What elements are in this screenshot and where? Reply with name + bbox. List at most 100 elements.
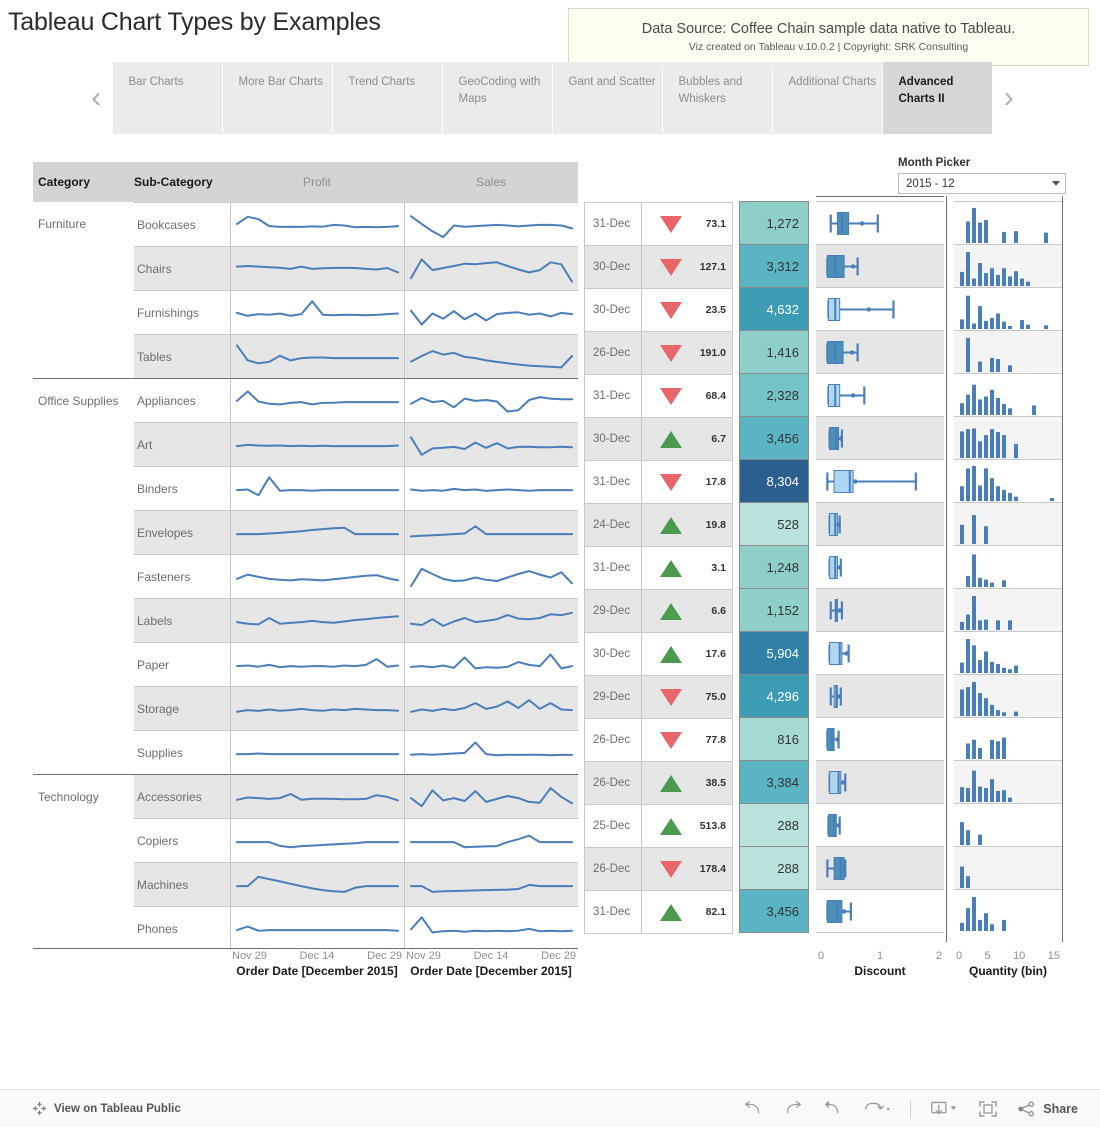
profit-sparkline[interactable] (230, 202, 404, 246)
histogram-cell[interactable] (954, 545, 1062, 589)
histogram-cell[interactable] (954, 674, 1062, 718)
box-plot-cell[interactable] (816, 889, 944, 933)
sales-sparkline[interactable] (404, 466, 578, 510)
kpi-row[interactable]: 31-Dec 68.4 (584, 374, 733, 418)
profit-sparkline[interactable] (230, 466, 404, 510)
profit-sparkline[interactable] (230, 598, 404, 642)
sales-sparkline[interactable] (404, 818, 578, 862)
table-row[interactable]: Copiers (33, 818, 578, 862)
sales-heat-cell[interactable]: 1,272 (739, 201, 809, 245)
histogram-cell[interactable] (954, 244, 1062, 288)
profit-sparkline[interactable] (230, 642, 404, 686)
profit-sparkline[interactable] (230, 334, 404, 378)
sales-sparkline[interactable] (404, 290, 578, 334)
box-plot-cell[interactable] (816, 674, 944, 718)
sales-sparkline[interactable] (404, 686, 578, 730)
table-row[interactable]: Art (33, 422, 578, 466)
table-row[interactable]: Tables (33, 334, 578, 378)
sales-heat-cell[interactable]: 4,632 (739, 287, 809, 331)
kpi-row[interactable]: 29-Dec 6.6 (584, 589, 733, 633)
histogram-cell[interactable] (954, 803, 1062, 847)
histogram-cell[interactable] (954, 846, 1062, 890)
sales-heat-cell[interactable]: 5,904 (739, 631, 809, 675)
box-plot-cell[interactable] (816, 459, 944, 503)
box-plot-cell[interactable] (816, 502, 944, 546)
box-plot-cell[interactable] (816, 416, 944, 460)
sales-sparkline[interactable] (404, 906, 578, 950)
refresh-icon[interactable] (862, 1100, 892, 1118)
profit-sparkline[interactable] (230, 730, 404, 774)
table-row[interactable]: Envelopes (33, 510, 578, 554)
profit-sparkline[interactable] (230, 906, 404, 950)
table-row[interactable]: Technology Accessories (33, 774, 578, 818)
kpi-row[interactable]: 30-Dec 23.5 (584, 288, 733, 332)
table-row[interactable]: Storage (33, 686, 578, 730)
sales-heat-cell[interactable]: 816 (739, 717, 809, 761)
profit-sparkline[interactable] (230, 378, 404, 422)
kpi-row[interactable]: 30-Dec 127.1 (584, 245, 733, 289)
table-row[interactable]: Furniture Bookcases (33, 202, 578, 246)
table-row[interactable]: Supplies (33, 730, 578, 774)
sales-sparkline[interactable] (404, 202, 578, 246)
profit-sparkline[interactable] (230, 422, 404, 466)
sales-heat-cell[interactable]: 528 (739, 502, 809, 546)
sales-sparkline[interactable] (404, 598, 578, 642)
box-plot-cell[interactable] (816, 201, 944, 245)
box-plot-cell[interactable] (816, 244, 944, 288)
histogram-cell[interactable] (954, 889, 1062, 933)
box-plot-cell[interactable] (816, 717, 944, 761)
profit-sparkline[interactable] (230, 554, 404, 598)
sales-heat-cell[interactable]: 8,304 (739, 459, 809, 503)
histogram-cell[interactable] (954, 459, 1062, 503)
box-plot-cell[interactable] (816, 631, 944, 675)
sales-sparkline[interactable] (404, 774, 578, 818)
sales-heat-cell[interactable]: 288 (739, 846, 809, 890)
sales-sparkline[interactable] (404, 642, 578, 686)
download-icon[interactable] (929, 1100, 959, 1118)
sales-heat-cell[interactable]: 2,328 (739, 373, 809, 417)
sales-sparkline[interactable] (404, 730, 578, 774)
box-plot-cell[interactable] (816, 373, 944, 417)
histogram-cell[interactable] (954, 717, 1062, 761)
sales-sparkline[interactable] (404, 510, 578, 554)
histogram-cell[interactable] (954, 760, 1062, 804)
sales-heat-cell[interactable]: 3,456 (739, 889, 809, 933)
undo-icon[interactable] (742, 1100, 764, 1118)
sales-heat-cell[interactable]: 3,456 (739, 416, 809, 460)
kpi-row[interactable]: 26-Dec 191.0 (584, 331, 733, 375)
redo-icon[interactable] (782, 1100, 804, 1118)
kpi-row[interactable]: 25-Dec 513.8 (584, 804, 733, 848)
sales-heat-cell[interactable]: 1,152 (739, 588, 809, 632)
table-row[interactable]: Paper (33, 642, 578, 686)
histogram-cell[interactable] (954, 631, 1062, 675)
sales-heat-cell[interactable]: 288 (739, 803, 809, 847)
kpi-row[interactable]: 31-Dec 17.8 (584, 460, 733, 504)
sales-heat-cell[interactable]: 3,312 (739, 244, 809, 288)
sales-heat-cell[interactable]: 1,248 (739, 545, 809, 589)
revert-icon[interactable] (822, 1100, 844, 1118)
table-row[interactable]: Office Supplies Appliances (33, 378, 578, 422)
profit-sparkline[interactable] (230, 510, 404, 554)
sales-sparkline[interactable] (404, 246, 578, 290)
kpi-row[interactable]: 31-Dec 3.1 (584, 546, 733, 590)
kpi-row[interactable]: 26-Dec 178.4 (584, 847, 733, 891)
table-row[interactable]: Machines (33, 862, 578, 906)
profit-sparkline[interactable] (230, 862, 404, 906)
sales-heat-cell[interactable]: 1,416 (739, 330, 809, 374)
box-plot-cell[interactable] (816, 545, 944, 589)
profit-sparkline[interactable] (230, 774, 404, 818)
table-row[interactable]: Phones (33, 906, 578, 950)
histogram-cell[interactable] (954, 416, 1062, 460)
box-plot-cell[interactable] (816, 330, 944, 374)
histogram-cell[interactable] (954, 201, 1062, 245)
histogram-cell[interactable] (954, 287, 1062, 331)
sales-sparkline[interactable] (404, 378, 578, 422)
kpi-row[interactable]: 24-Dec 19.8 (584, 503, 733, 547)
profit-sparkline[interactable] (230, 686, 404, 730)
profit-sparkline[interactable] (230, 246, 404, 290)
sales-sparkline[interactable] (404, 554, 578, 598)
box-plot-cell[interactable] (816, 803, 944, 847)
box-plot-cell[interactable] (816, 287, 944, 331)
histogram-cell[interactable] (954, 588, 1062, 632)
share-button[interactable]: Share (1017, 1101, 1078, 1117)
